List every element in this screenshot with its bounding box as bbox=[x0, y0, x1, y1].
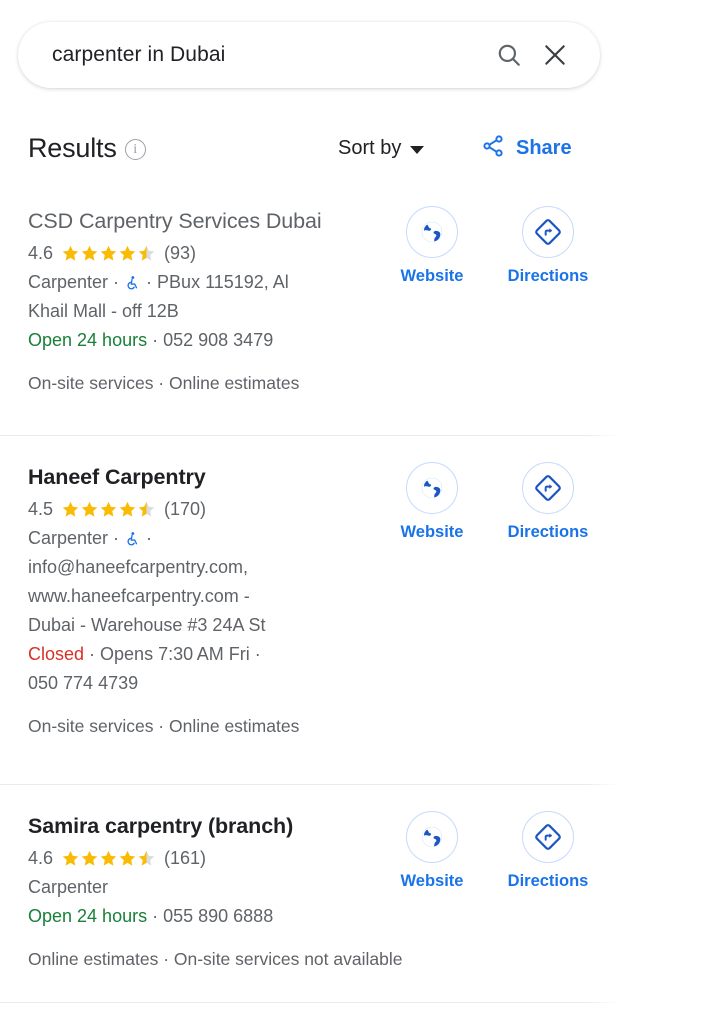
sort-by-button[interactable]: Sort by bbox=[338, 136, 425, 160]
search-bar[interactable]: carpenter in Dubai bbox=[18, 22, 600, 88]
result-category: Carpenter bbox=[28, 877, 109, 897]
globe-icon bbox=[406, 811, 458, 863]
globe-icon bbox=[406, 206, 458, 258]
chevron-down-icon bbox=[410, 145, 425, 154]
website-button[interactable]: Website bbox=[395, 462, 469, 542]
result-services: On-site services · Online estimates bbox=[28, 373, 300, 393]
close-icon[interactable] bbox=[532, 32, 578, 78]
result-actions: Website Directions bbox=[395, 462, 588, 542]
wheelchair-accessible-icon bbox=[125, 271, 140, 290]
star-rating-icons bbox=[61, 849, 156, 868]
status-badge: Open 24 hours bbox=[28, 906, 148, 926]
result-phone[interactable]: 050 774 4739 bbox=[28, 669, 388, 698]
website-label: Website bbox=[400, 523, 464, 541]
result-phone[interactable]: 055 890 6888 bbox=[163, 906, 273, 926]
result-info: CSD Carpentry Services Dubai 4.6 (93) Ca… bbox=[28, 206, 388, 397]
directions-diamond-arrow-icon bbox=[522, 206, 574, 258]
result-address-line-3: www.haneefcarpentry.com - bbox=[28, 586, 250, 606]
result-info: Haneef Carpentry 4.5 (170) Carpenter · ·… bbox=[28, 462, 388, 740]
result-address-line-4: Dubai - Warehouse #3 24A St bbox=[28, 615, 266, 635]
result-rating: 4.6 (93) bbox=[28, 238, 388, 268]
result-info: Samira carpentry (branch) 4.6 (161) Carp… bbox=[28, 811, 402, 973]
website-label: Website bbox=[400, 267, 464, 285]
result-title[interactable]: CSD Carpentry Services Dubai bbox=[28, 206, 388, 236]
result-rating: 4.6 (161) bbox=[28, 843, 388, 873]
result-actions: Website Directions bbox=[395, 206, 588, 286]
result-title[interactable]: Samira carpentry (branch) bbox=[28, 811, 388, 841]
divider bbox=[0, 784, 620, 785]
globe-icon bbox=[406, 462, 458, 514]
website-label: Website bbox=[400, 872, 464, 890]
results-title-group: Results i bbox=[28, 133, 146, 164]
search-input[interactable]: carpenter in Dubai bbox=[52, 43, 486, 67]
result-phone[interactable]: 052 908 3479 bbox=[163, 330, 273, 350]
results-header: Results i Sort by Share bbox=[0, 122, 704, 174]
result-category-address: Carpenter · · PBux 115192, Al bbox=[28, 268, 388, 297]
share-button[interactable]: Share bbox=[481, 134, 572, 163]
review-count: (170) bbox=[164, 499, 207, 519]
status-separator: · bbox=[84, 644, 101, 664]
result-category-address: Carpenter · · bbox=[28, 524, 388, 553]
result-title[interactable]: Haneef Carpentry bbox=[28, 462, 388, 492]
sort-by-label: Sort by bbox=[338, 136, 402, 159]
rating-value: 4.6 bbox=[28, 848, 54, 868]
website-button[interactable]: Website bbox=[395, 811, 469, 891]
page-title: Results bbox=[28, 132, 117, 163]
result-address-line-1: · bbox=[141, 528, 153, 548]
directions-label: Directions bbox=[507, 523, 589, 541]
result-rating: 4.5 (170) bbox=[28, 494, 388, 524]
star-rating-icons bbox=[61, 500, 156, 519]
opens-text: Opens 7:30 AM Fri · bbox=[100, 644, 261, 664]
rating-value: 4.6 bbox=[28, 243, 54, 263]
maps-local-results-screen: carpenter in Dubai Results i Sort by Sha… bbox=[0, 0, 704, 1024]
directions-diamond-arrow-icon bbox=[522, 462, 574, 514]
result-category: Carpenter · bbox=[28, 528, 125, 548]
star-rating-icons bbox=[61, 244, 156, 263]
divider bbox=[0, 435, 620, 436]
result-status-phone: Open 24 hours · 055 890 6888 bbox=[28, 902, 388, 931]
result-category: Carpenter · bbox=[28, 272, 125, 292]
result-actions: Website Directions bbox=[395, 811, 588, 891]
rating-value: 4.5 bbox=[28, 499, 54, 519]
review-count: (161) bbox=[164, 848, 207, 868]
directions-diamond-arrow-icon bbox=[522, 811, 574, 863]
directions-label: Directions bbox=[507, 872, 589, 890]
share-icon bbox=[481, 134, 505, 163]
directions-button[interactable]: Directions bbox=[508, 811, 588, 891]
result-address-line-2: info@haneefcarpentry.com, bbox=[28, 557, 249, 577]
result-status-opens: Closed · Opens 7:30 AM Fri · bbox=[28, 640, 388, 669]
status-badge: Open 24 hours bbox=[28, 330, 148, 350]
search-icon[interactable] bbox=[486, 32, 532, 78]
status-separator: · bbox=[147, 906, 164, 926]
result-services: On-site services · Online estimates bbox=[28, 716, 300, 736]
result-address-line-2: Khail Mall - off 12B bbox=[28, 301, 179, 321]
result-status-phone: Open 24 hours · 052 908 3479 bbox=[28, 326, 388, 355]
status-separator: · bbox=[147, 330, 164, 350]
status-badge: Closed bbox=[28, 644, 85, 664]
directions-button[interactable]: Directions bbox=[508, 206, 588, 286]
info-icon[interactable]: i bbox=[124, 139, 146, 160]
directions-label: Directions bbox=[507, 267, 589, 285]
share-label: Share bbox=[516, 136, 572, 159]
website-button[interactable]: Website bbox=[395, 206, 469, 286]
directions-button[interactable]: Directions bbox=[508, 462, 588, 542]
divider bbox=[0, 1002, 620, 1003]
wheelchair-accessible-icon bbox=[125, 527, 140, 546]
result-services: Online estimates · On-site services not … bbox=[28, 949, 403, 969]
review-count: (93) bbox=[164, 243, 197, 263]
result-address-line-1: · PBux 115192, Al bbox=[141, 272, 289, 292]
